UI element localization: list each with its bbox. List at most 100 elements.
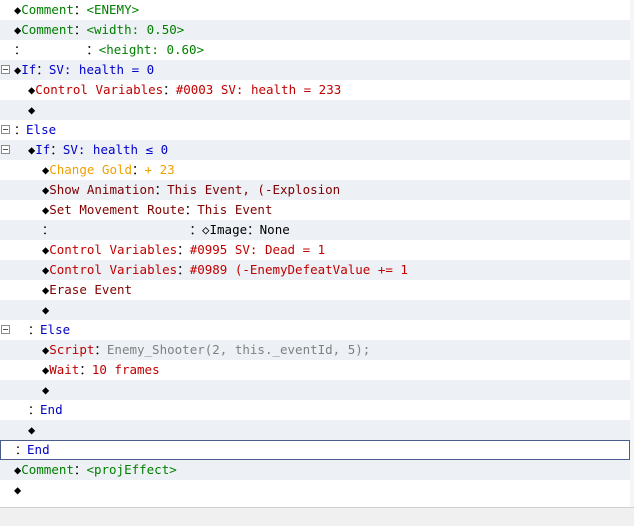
command-name: End <box>40 402 63 417</box>
continuation-marker: ： <box>28 403 41 417</box>
command-separator: ： <box>154 182 168 197</box>
command-params: + 23 <box>144 162 175 177</box>
command-separator: ： <box>73 2 87 17</box>
command-content: ◆Comment：<ENEMY> <box>14 0 139 20</box>
command-name: Control Variables <box>35 82 164 97</box>
command-separator: ： <box>184 202 198 217</box>
command-name: Set Movement Route <box>49 202 185 217</box>
command-content: ：End <box>15 441 50 459</box>
command-separator: ： <box>73 22 87 37</box>
command-content: ： ：◇Image：None <box>42 220 290 240</box>
command-separator: ： <box>36 62 49 77</box>
command-name: Control Variables <box>49 262 178 277</box>
event-command-list[interactable]: ◆Comment：<ENEMY> ◆Comment：<width: 0.50>： … <box>0 0 630 507</box>
command-separator: ： <box>163 82 176 97</box>
command-diamond-icon: ◆ <box>28 103 36 117</box>
continuation-marker: ： <box>42 223 55 237</box>
command-name: Else <box>26 122 57 137</box>
horizontal-scrollbar[interactable] <box>0 507 634 526</box>
vertical-scrollbar[interactable] <box>630 0 634 507</box>
command-content: ◆If：SV: health ≤ 0 <box>28 140 168 160</box>
command-name: Erase Event <box>49 282 133 297</box>
command-row[interactable]: ◆ <box>0 420 630 440</box>
command-name: Control Variables <box>49 242 178 257</box>
command-content: ◆Show Animation：This Event, (-Explosion <box>42 180 340 200</box>
command-content: ◆If：SV: health = 0 <box>14 60 154 80</box>
command-content: ： ：<height: 0.60> <box>14 40 204 60</box>
collapse-toggle-icon[interactable] <box>1 65 10 74</box>
command-params: <ENEMY> <box>86 2 140 17</box>
collapse-toggle-icon[interactable] <box>1 145 10 154</box>
command-diamond-icon: ◆ <box>28 423 36 437</box>
command-params: <height: 0.60> <box>98 42 205 57</box>
command-params: <width: 0.50> <box>86 22 185 37</box>
command-row[interactable]: ◆If：SV: health = 0 <box>0 60 630 80</box>
command-separator: ： <box>177 262 190 277</box>
command-params: ◇Image：None <box>201 222 290 237</box>
continuation-marker: ： <box>15 443 28 457</box>
command-row[interactable]: ◆ <box>0 300 630 320</box>
command-content: ◆ <box>42 300 49 320</box>
command-row[interactable]: ：End <box>0 440 630 460</box>
command-separator: ： <box>177 242 190 257</box>
command-row[interactable]: ◆If：SV: health ≤ 0 <box>0 140 630 160</box>
command-content: ◆Comment：<projEffect> <box>14 460 177 480</box>
continuation-marker: ： <box>14 123 27 137</box>
command-row[interactable]: ◆Change Gold：+ 23 <box>0 160 630 180</box>
command-row[interactable]: ◆Set Movement Route：This Event <box>0 200 630 220</box>
command-content: ◆ <box>42 380 49 400</box>
command-content: ◆Change Gold：+ 23 <box>42 160 175 180</box>
continuation-marker: ： <box>28 323 41 337</box>
collapse-toggle-icon[interactable] <box>1 125 10 134</box>
command-params: <projEffect> <box>86 462 177 477</box>
command-name: Comment <box>21 462 74 477</box>
command-name: Script <box>49 342 95 357</box>
command-params: 10 frames <box>91 362 160 377</box>
command-row[interactable]: ◆Comment：<projEffect> <box>0 460 630 480</box>
command-row[interactable]: ： ：<height: 0.60> <box>0 40 630 60</box>
command-params: #0995 SV: Dead = 1 <box>189 242 326 257</box>
command-content: ◆Script：Enemy_Shooter(2, this._eventId, … <box>42 340 370 360</box>
command-content: ◆Comment：<width: 0.50> <box>14 20 184 40</box>
command-row[interactable]: ◆Control Variables：#0995 SV: Dead = 1 <box>0 240 630 260</box>
command-row[interactable]: ◆Erase Event <box>0 280 630 300</box>
command-row[interactable]: ◆Control Variables：#0003 SV: health = 23… <box>0 80 630 100</box>
command-row[interactable]: ◆Wait：10 frames <box>0 360 630 380</box>
command-content: ◆Erase Event <box>42 280 132 300</box>
command-row[interactable]: ◆ <box>0 380 630 400</box>
command-row[interactable]: ◆Show Animation：This Event, (-Explosion <box>0 180 630 200</box>
command-row[interactable]: ◆Control Variables：#0989 (-EnemyDefeatVa… <box>0 260 630 280</box>
command-row[interactable]: ：End <box>0 400 630 420</box>
command-content: ◆Set Movement Route：This Event <box>42 200 272 220</box>
command-params: SV: health ≤ 0 <box>62 142 169 157</box>
command-row[interactable]: ：Else <box>0 320 630 340</box>
command-separator: ： <box>50 142 63 157</box>
command-row[interactable]: ： ：◇Image：None <box>0 220 630 240</box>
command-params: SV: health = 0 <box>48 62 155 77</box>
command-content: ◆Control Variables：#0995 SV: Dead = 1 <box>42 240 325 260</box>
command-name: If <box>35 142 51 157</box>
command-separator: ： <box>26 42 99 57</box>
command-separator: ： <box>132 162 145 177</box>
command-row[interactable]: ◆Script：Enemy_Shooter(2, this._eventId, … <box>0 340 630 360</box>
command-row[interactable]: ：Else <box>0 120 630 140</box>
command-content: ◆ <box>28 100 35 120</box>
command-separator: ： <box>79 362 92 377</box>
command-name: End <box>27 442 50 457</box>
continuation-marker: ： <box>14 43 27 57</box>
command-row[interactable]: ◆ <box>0 100 630 120</box>
command-params: This Event, (-Explosion <box>167 182 341 197</box>
command-content: ：Else <box>14 120 56 140</box>
command-diamond-icon: ◆ <box>42 303 50 317</box>
command-content: ：End <box>28 400 63 420</box>
command-name: Comment <box>21 2 74 17</box>
command-name: Else <box>40 322 71 337</box>
command-row[interactable]: ◆Comment：<width: 0.50> <box>0 20 630 40</box>
command-name: Show Animation <box>49 182 155 197</box>
command-content: ：Else <box>28 320 70 340</box>
command-params: Enemy_Shooter(2, this._eventId, 5); <box>106 342 371 357</box>
command-content: ◆ <box>28 420 35 440</box>
collapse-toggle-icon[interactable] <box>1 325 10 334</box>
command-row[interactable]: ◆ <box>0 480 630 500</box>
command-row[interactable]: ◆Comment：<ENEMY> <box>0 0 630 20</box>
